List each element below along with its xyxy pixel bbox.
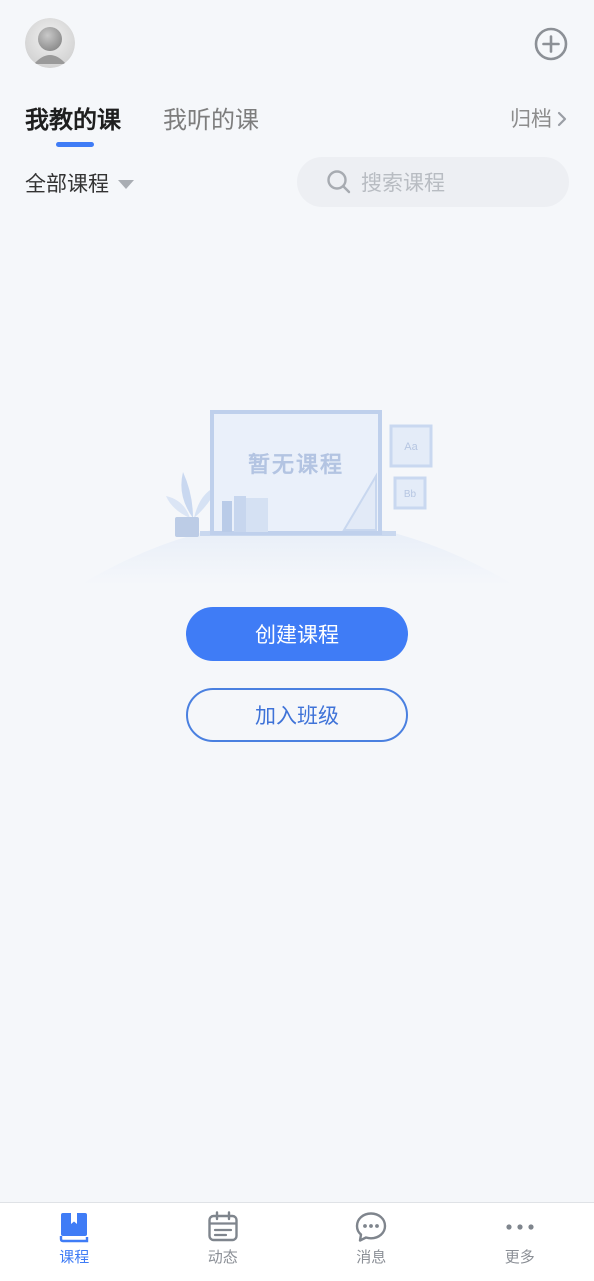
chevron-right-icon — [556, 110, 568, 128]
avatar-placeholder-icon — [25, 18, 75, 68]
active-tab-indicator — [56, 142, 94, 147]
nav-item-courses[interactable]: 课程 — [0, 1203, 149, 1281]
nav-label-activity: 动态 — [208, 1248, 238, 1266]
search-input[interactable]: 搜索课程 — [297, 157, 569, 207]
nav-label-messages: 消息 — [356, 1248, 386, 1266]
calendar-icon — [206, 1210, 240, 1244]
nav-label-courses: 课程 — [59, 1248, 89, 1266]
book-icon — [57, 1210, 91, 1244]
card-label-aa: Aa — [404, 441, 418, 453]
course-filter-label: 全部课程 — [25, 168, 109, 200]
add-button[interactable] — [531, 24, 571, 64]
tab-teaching-courses[interactable]: 我教的课 — [25, 103, 121, 137]
course-filter-dropdown[interactable]: 全部课程 — [25, 168, 134, 200]
empty-state-illustration: Aa Bb 暂无课程 — [80, 400, 514, 595]
nav-label-more: 更多 — [505, 1248, 535, 1266]
more-dots-icon — [503, 1210, 537, 1244]
plus-circle-icon — [531, 24, 571, 64]
empty-state-text: 暂无课程 — [248, 452, 344, 478]
archive-link[interactable]: 归档 — [510, 104, 568, 134]
join-class-button[interactable]: 加入班级 — [186, 688, 408, 742]
archive-label: 归档 — [510, 104, 552, 134]
bottom-navigation: 课程 动态 消息 更多 — [0, 1202, 594, 1281]
chat-bubble-icon — [354, 1210, 388, 1244]
card-label-bb: Bb — [404, 489, 417, 500]
search-icon — [326, 169, 352, 195]
create-course-button[interactable]: 创建课程 — [186, 607, 408, 661]
tab-attending-courses[interactable]: 我听的课 — [163, 103, 259, 137]
avatar[interactable] — [25, 18, 75, 68]
search-placeholder: 搜索课程 — [361, 167, 445, 197]
caret-down-icon — [118, 180, 134, 189]
nav-item-more[interactable]: 更多 — [446, 1203, 594, 1281]
nav-item-activity[interactable]: 动态 — [149, 1203, 298, 1281]
nav-item-messages[interactable]: 消息 — [297, 1203, 446, 1281]
